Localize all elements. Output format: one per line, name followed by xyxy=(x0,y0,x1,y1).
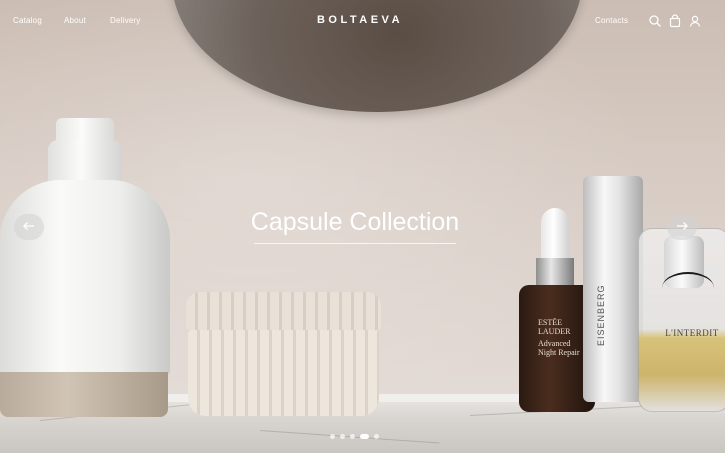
top-navigation: Catalog About Delivery BOLTAEVA Contacts xyxy=(0,0,725,42)
search-icon[interactable] xyxy=(648,14,662,28)
nav-link-contacts[interactable]: Contacts xyxy=(595,16,628,25)
carousel-pagination xyxy=(330,433,379,439)
carousel-next-button[interactable] xyxy=(667,214,697,240)
arrow-left-icon xyxy=(22,218,36,236)
headline-underline xyxy=(254,243,456,244)
carousel-dot[interactable] xyxy=(350,433,355,439)
perfume-ribbon xyxy=(662,272,714,304)
nav-link-delivery[interactable]: Delivery xyxy=(110,16,141,25)
ribbed-jar xyxy=(188,330,379,416)
perfume-label: L'INTERDIT xyxy=(665,328,719,338)
carousel-dot[interactable] xyxy=(340,433,345,439)
arrow-right-icon xyxy=(675,218,689,236)
vase-base xyxy=(0,372,168,417)
carousel-prev-button[interactable] xyxy=(14,214,44,240)
ribbed-jar-lid xyxy=(186,292,381,330)
carousel-dot[interactable] xyxy=(374,433,379,439)
nav-link-catalog[interactable]: Catalog xyxy=(13,16,42,25)
cart-icon[interactable] xyxy=(668,14,682,28)
hero-banner: ESTĒE LAUDER Advanced Night Repair EISEN… xyxy=(0,0,725,453)
ceramic-vase xyxy=(0,180,170,375)
hero-headline: Capsule Collection xyxy=(250,208,460,236)
user-icon[interactable] xyxy=(688,14,702,28)
tube-label: EISENBERG xyxy=(596,284,606,346)
brand-logo[interactable]: BOLTAEVA xyxy=(305,14,415,26)
dropper-bulb xyxy=(541,208,569,264)
carousel-dot-active[interactable] xyxy=(360,433,369,439)
dropper-collar xyxy=(536,258,574,288)
nav-link-about[interactable]: About xyxy=(64,16,86,25)
silver-tube xyxy=(583,176,643,402)
carousel-dot[interactable] xyxy=(330,433,335,439)
